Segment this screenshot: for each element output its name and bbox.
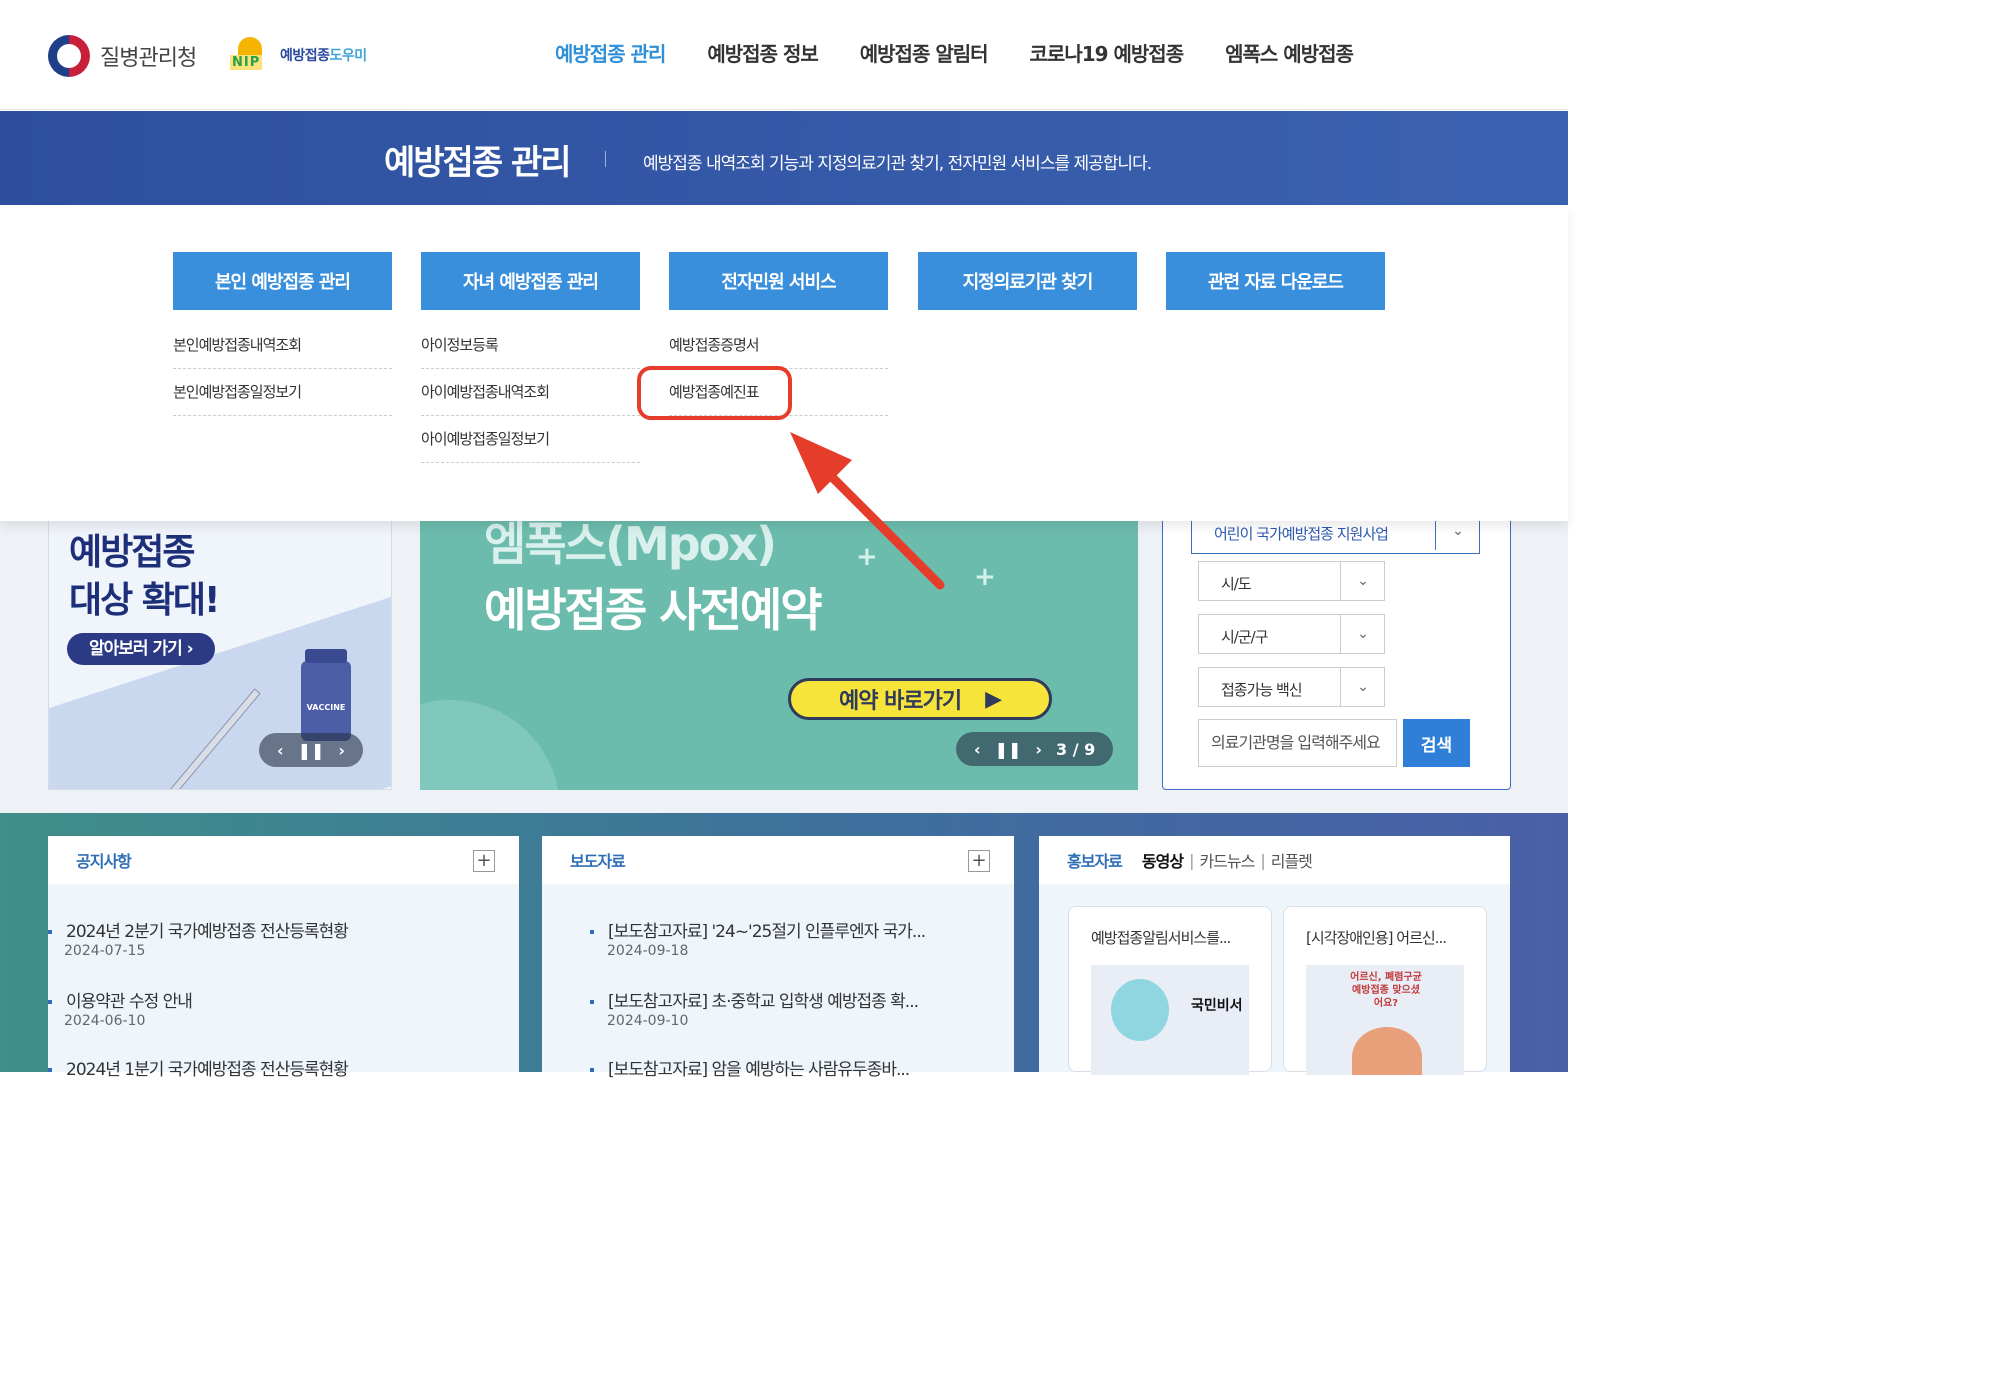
kdca-emblem-icon — [48, 35, 90, 77]
section-banner: 예방접종 관리 예방접종 내역조회 기능과 지정의료기관 찾기, 전자민원 서비… — [0, 111, 1568, 205]
nip-sun-icon: NIP — [228, 35, 274, 75]
banner-title: 예방접종 관리 — [384, 143, 572, 183]
menu-link-certificate[interactable]: 예방접종증명서 — [669, 322, 888, 369]
search-button[interactable]: 검색 — [1403, 719, 1470, 767]
promo-thumbnail: 어르신, 폐렴구균 예방접종 맞으셨어요? — [1306, 965, 1464, 1075]
notice-item[interactable]: 이용약관 수정 안내 — [48, 987, 193, 1012]
site-header: 질병관리청 NIP 예방접종도우미 예방접종 관리 예방접종 정보 예방접종 알… — [0, 0, 1568, 110]
notice-item[interactable]: 2024년 1분기 국가예방접종 전산등록현황 — [48, 1055, 349, 1080]
pause-icon[interactable]: ❚❚ — [995, 740, 1022, 759]
main-nav: 예방접종 관리 예방접종 정보 예방접종 알림터 코로나19 예방접종 엠폭스 … — [534, 38, 1374, 67]
promo-card[interactable]: [시각장애인용] 어르신... 어르신, 폐렴구균 예방접종 맞으셨어요? — [1283, 906, 1487, 1075]
learn-more-button[interactable]: 알아보러 가기 › — [67, 633, 215, 665]
notice-date: 2024-06-10 — [64, 1013, 146, 1029]
vaccine-vial-icon: VACCINE — [301, 649, 351, 741]
vaccine-select[interactable]: 접종가능 백신 ⌄ — [1198, 667, 1385, 707]
nav-vaccination-management[interactable]: 예방접종 관리 — [534, 38, 686, 67]
prev-icon[interactable]: ‹ — [277, 741, 284, 760]
play-arrow-icon: ▶ — [985, 686, 1002, 712]
mascot-icon — [1111, 979, 1169, 1041]
plus-decor-icon: + — [974, 562, 996, 592]
nip-name: 예방접종도우미 — [280, 48, 367, 64]
press-item[interactable]: [보도참고자료] 초·중학교 입학생 예방접종 확... — [590, 987, 919, 1012]
mega-head-child[interactable]: 자녀 예방접종 관리 — [421, 252, 640, 310]
menu-link-child-register[interactable]: 아이정보등록 — [421, 322, 640, 369]
prev-icon[interactable]: ‹ — [974, 740, 981, 759]
clinic-search-input[interactable]: 의료기관명을 입력해주세요 — [1198, 719, 1397, 767]
city-select[interactable]: 시/도 ⌄ — [1198, 561, 1385, 601]
press-date: 2024-09-18 — [607, 943, 689, 959]
promo-card[interactable]: 예방접종알림서비스를... 국민비서 — [1068, 906, 1272, 1075]
notice-date: 2024-07-15 — [64, 943, 146, 959]
promo-thumbnail: 국민비서 — [1091, 965, 1249, 1075]
mega-head-eservice[interactable]: 전자민원 서비스 — [669, 252, 888, 310]
next-icon[interactable]: › — [338, 741, 345, 760]
elderly-couple-icon — [1352, 1027, 1422, 1075]
annotation-highlight-box — [637, 366, 792, 420]
nav-vaccination-info[interactable]: 예방접종 정보 — [686, 38, 838, 67]
org-name: 질병관리청 — [100, 46, 197, 71]
tab-cardnews[interactable]: 카드뉴스 — [1199, 848, 1255, 872]
tab-video[interactable]: 동영상 — [1142, 848, 1184, 872]
mega-col-self: 본인 예방접종 관리 본인예방접종내역조회 본인예방접종일정보기 — [173, 252, 392, 416]
promo-header: 홍보자료 동영상 | 카드뉴스 | 리플렛 — [1039, 836, 1510, 884]
menu-link-child-history[interactable]: 아이예방접종내역조회 — [421, 369, 640, 416]
mega-head-self[interactable]: 본인 예방접종 관리 — [173, 252, 392, 310]
carousel-pager[interactable]: ‹ ❚❚ › 3 / 9 — [956, 732, 1114, 766]
menu-link-self-history[interactable]: 본인예방접종내역조회 — [173, 322, 392, 369]
menu-link-self-schedule[interactable]: 본인예방접종일정보기 — [173, 369, 392, 416]
mega-col-clinic: 지정의료기관 찾기 — [918, 252, 1137, 310]
pause-icon[interactable]: ❚❚ — [298, 741, 325, 760]
annotation-arrow-icon — [790, 432, 945, 590]
carousel-title-2: 예방접종 사전예약 — [484, 583, 823, 637]
left-card-headline: 예방접종 대상 확대! — [69, 532, 220, 621]
nav-covid19[interactable]: 코로나19 예방접종 — [1009, 38, 1205, 67]
chevron-down-icon: ⌄ — [1340, 562, 1384, 600]
kdca-logo[interactable]: 질병관리청 — [48, 35, 197, 77]
nav-mpox[interactable]: 엠폭스 예방접종 — [1204, 38, 1374, 67]
promo-title: 홍보자료 — [1067, 852, 1123, 871]
mega-col-child: 자녀 예방접종 관리 아이정보등록 아이예방접종내역조회 아이예방접종일정보기 — [421, 252, 640, 463]
chevron-down-icon: ⌄ — [1340, 615, 1384, 653]
menu-link-child-schedule[interactable]: 아이예방접종일정보기 — [421, 416, 640, 463]
notice-more-icon[interactable]: + — [473, 850, 495, 872]
tab-leaflet[interactable]: 리플렛 — [1271, 848, 1313, 872]
mega-head-clinic[interactable]: 지정의료기관 찾기 — [918, 252, 1137, 310]
nip-logo[interactable]: NIP 예방접종도우미 — [228, 35, 367, 75]
notice-item[interactable]: 2024년 2분기 국가예방접종 전산등록현황 — [48, 917, 349, 942]
press-date: 2024-09-10 — [607, 1013, 689, 1029]
notice-title[interactable]: 공지사항 — [48, 836, 519, 884]
press-more-icon[interactable]: + — [968, 850, 990, 872]
banner-divider — [605, 151, 606, 167]
district-select[interactable]: 시/군/구 ⌄ — [1198, 614, 1385, 654]
banner-description: 예방접종 내역조회 기능과 지정의료기관 찾기, 전자민원 서비스를 제공합니다… — [643, 154, 1152, 174]
press-item[interactable]: [보도참고자료] 암을 예방하는 사람유두종바... — [590, 1055, 910, 1080]
nav-vaccination-notice[interactable]: 예방접종 알림터 — [839, 38, 1009, 67]
mega-head-download[interactable]: 관련 자료 다운로드 — [1166, 252, 1385, 310]
press-item[interactable]: [보도참고자료] '24~'25절기 인플루엔자 국가... — [590, 917, 926, 942]
mega-col-download: 관련 자료 다운로드 — [1166, 252, 1385, 310]
reserve-button[interactable]: 예약 바로가기 ▶ — [788, 678, 1052, 720]
chevron-down-icon: ⌄ — [1340, 668, 1384, 706]
press-title[interactable]: 보도자료 — [542, 836, 1014, 884]
carousel-counter: 3 / 9 — [1056, 739, 1096, 759]
next-icon[interactable]: › — [1035, 740, 1042, 759]
left-card-pager[interactable]: ‹ ❚❚ › — [259, 733, 363, 767]
